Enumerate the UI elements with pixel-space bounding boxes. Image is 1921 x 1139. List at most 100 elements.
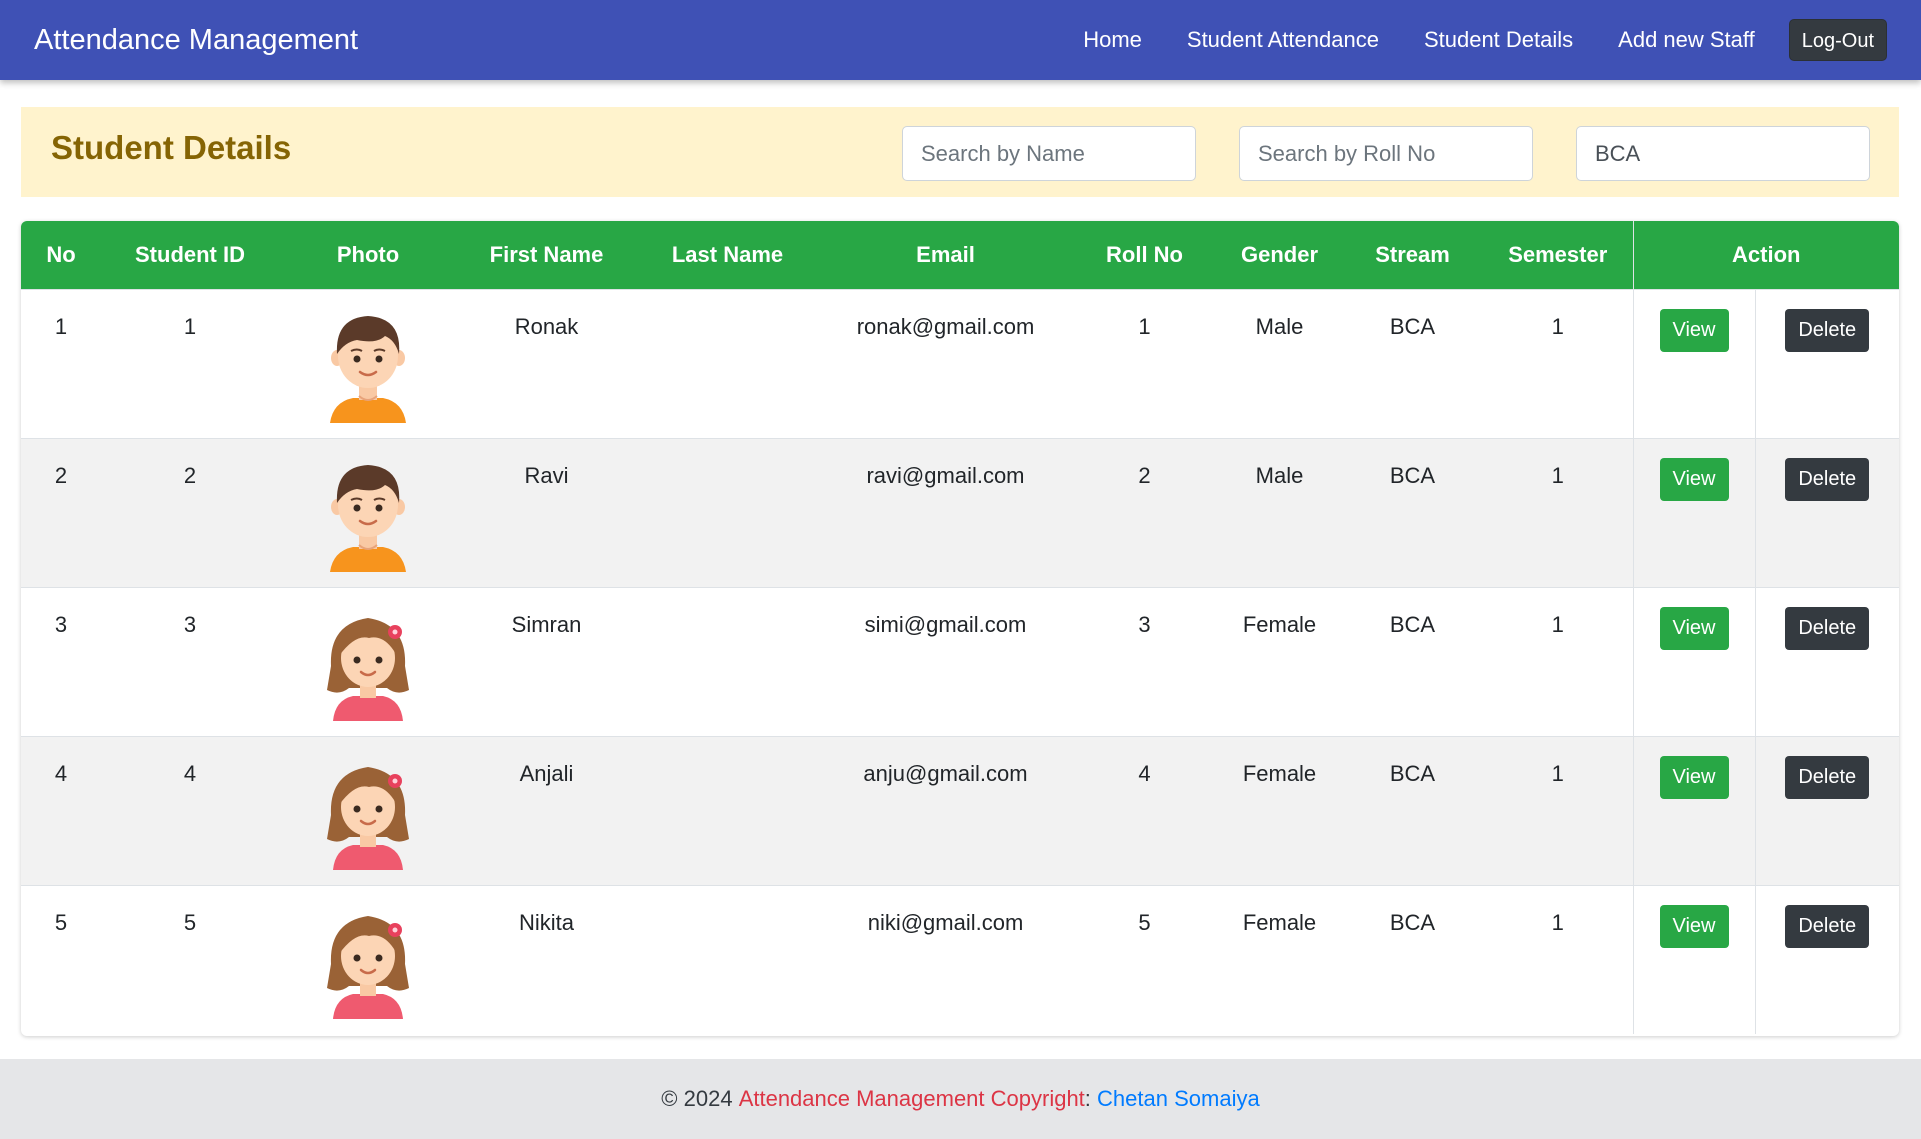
nav-links: Home Student Attendance Student Details …	[1038, 19, 1887, 61]
col-header-action: Action	[1632, 221, 1899, 289]
footer-separator: :	[1084, 1086, 1091, 1111]
cell-student-id: 2	[183, 462, 197, 488]
delete-button[interactable]: Delete	[1785, 904, 1870, 948]
cell-student-id: 1	[183, 313, 197, 339]
cell-photo	[279, 438, 457, 587]
cell-action-delete: Delete	[1754, 438, 1899, 587]
cell-action-view: View	[1632, 289, 1755, 438]
cell-action-view: View	[1632, 736, 1755, 885]
girl-avatar-icon	[325, 604, 411, 721]
cell-stream: BCA	[1389, 760, 1436, 786]
cell-gender: Male	[1255, 313, 1304, 339]
delete-button[interactable]: Delete	[1785, 308, 1870, 352]
cell-roll-no: 1	[1138, 313, 1151, 339]
cell-gender: Female	[1242, 611, 1317, 637]
cell-student-id: 4	[183, 760, 197, 786]
brand-title[interactable]: Attendance Management	[34, 24, 1038, 57]
view-button[interactable]: View	[1659, 755, 1729, 799]
col-header-no: No	[46, 241, 76, 267]
cell-roll-no: 4	[1138, 760, 1151, 786]
table-header-row: No Student ID Photo First Name Last Name…	[21, 221, 1899, 289]
cell-gender: Female	[1242, 760, 1317, 786]
cell-student-id: 3	[183, 611, 197, 637]
col-header-gender: Gender	[1240, 241, 1319, 267]
col-header-first-name: First Name	[489, 241, 604, 267]
stream-filter-input[interactable]	[1576, 126, 1870, 181]
footer-app-text: Attendance Management Copyright	[738, 1086, 1085, 1111]
cell-action-delete: Delete	[1754, 289, 1899, 438]
cell-last-name	[636, 289, 819, 438]
cell-no: 1	[54, 313, 68, 339]
cell-email: ronak@gmail.com	[856, 313, 1035, 339]
cell-action-delete: Delete	[1754, 736, 1899, 885]
cell-stream: BCA	[1389, 462, 1436, 488]
view-button[interactable]: View	[1659, 457, 1729, 501]
page-header: Student Details	[21, 107, 1899, 197]
delete-button[interactable]: Delete	[1785, 606, 1870, 650]
cell-semester: 1	[1551, 611, 1564, 637]
cell-last-name	[636, 736, 819, 885]
col-header-email: Email	[916, 241, 975, 267]
footer-copyright: © 2024	[661, 1086, 733, 1111]
cell-email: ravi@gmail.com	[866, 462, 1025, 488]
cell-stream: BCA	[1389, 909, 1436, 935]
students-table-card: No Student ID Photo First Name Last Name…	[21, 221, 1899, 1036]
table-row: 1 1 Ronak ronak@gmail.com 1 Male BCA 1 View Dele…	[21, 289, 1899, 438]
boy-avatar-icon	[325, 455, 411, 572]
col-header-stream: Stream	[1375, 241, 1450, 267]
nav-link-add-new-staff[interactable]: Add new Staff	[1618, 27, 1755, 53]
cell-first-name: Nikita	[518, 909, 574, 935]
cell-roll-no: 3	[1138, 611, 1151, 637]
cell-photo	[279, 289, 457, 438]
cell-roll-no: 5	[1138, 909, 1151, 935]
boy-avatar-icon	[325, 306, 411, 423]
cell-action-view: View	[1632, 885, 1755, 1034]
table-row: 4 4 Anjali anju@gmail.com 4 Female BCA 1 View De…	[21, 736, 1899, 885]
cell-first-name: Ravi	[524, 462, 569, 488]
students-table: No Student ID Photo First Name Last Name…	[21, 221, 1899, 1034]
delete-button[interactable]: Delete	[1785, 457, 1870, 501]
cell-roll-no: 2	[1138, 462, 1151, 488]
cell-email: simi@gmail.com	[864, 611, 1027, 637]
nav-link-student-details[interactable]: Student Details	[1424, 27, 1573, 53]
girl-avatar-icon	[325, 902, 411, 1019]
cell-no: 5	[54, 909, 68, 935]
logout-button[interactable]: Log-Out	[1788, 19, 1887, 61]
search-by-name-input[interactable]	[902, 126, 1196, 181]
cell-no: 4	[54, 760, 68, 786]
cell-action-view: View	[1632, 587, 1755, 736]
table-row: 2 2 Ravi ravi@gmail.com 2 Male BCA 1 View Delete	[21, 438, 1899, 587]
col-header-roll-no: Roll No	[1106, 241, 1183, 267]
cell-semester: 1	[1551, 909, 1564, 935]
cell-semester: 1	[1551, 760, 1564, 786]
view-button[interactable]: View	[1659, 904, 1729, 948]
cell-email: niki@gmail.com	[867, 909, 1024, 935]
footer: © 2024 Attendance Management Copyright: …	[0, 1059, 1921, 1139]
cell-email: anju@gmail.com	[863, 760, 1028, 786]
nav-link-student-attendance[interactable]: Student Attendance	[1187, 27, 1379, 53]
search-by-roll-input[interactable]	[1239, 126, 1533, 181]
cell-action-delete: Delete	[1754, 587, 1899, 736]
cell-stream: BCA	[1389, 611, 1436, 637]
cell-no: 2	[54, 462, 68, 488]
footer-author-link[interactable]: Chetan Somaiya	[1097, 1086, 1260, 1112]
view-button[interactable]: View	[1659, 606, 1729, 650]
table-row: 5 5 Nikita niki@gmail.com 5 Female BCA 1 View De…	[21, 885, 1899, 1034]
cell-no: 3	[54, 611, 68, 637]
view-button[interactable]: View	[1659, 308, 1729, 352]
cell-last-name	[636, 587, 819, 736]
cell-stream: BCA	[1389, 313, 1436, 339]
delete-button[interactable]: Delete	[1785, 755, 1870, 799]
cell-first-name: Simran	[511, 611, 582, 637]
cell-first-name: Ronak	[514, 313, 579, 339]
col-header-last-name: Last Name	[671, 241, 784, 267]
girl-avatar-icon	[325, 753, 411, 870]
navbar: Attendance Management Home Student Atten…	[0, 0, 1921, 80]
cell-semester: 1	[1551, 462, 1564, 488]
nav-link-home[interactable]: Home	[1083, 27, 1142, 53]
cell-student-id: 5	[183, 909, 197, 935]
cell-gender: Male	[1255, 462, 1304, 488]
cell-action-view: View	[1632, 438, 1755, 587]
cell-last-name	[636, 885, 819, 1034]
cell-semester: 1	[1551, 313, 1564, 339]
